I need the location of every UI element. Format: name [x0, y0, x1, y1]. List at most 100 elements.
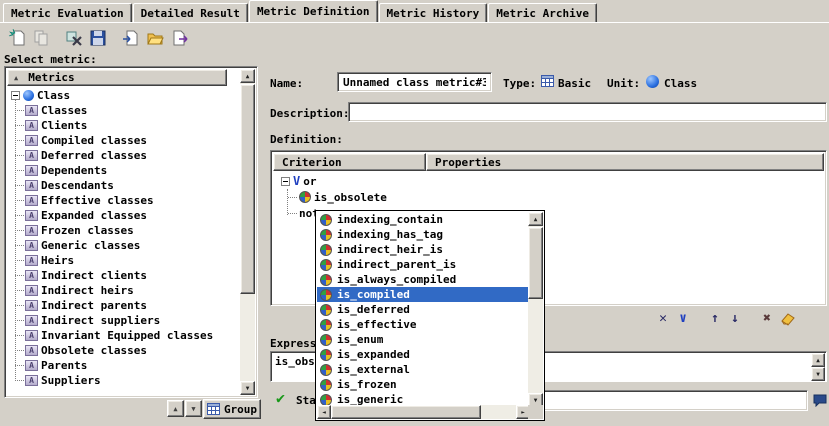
description-input[interactable]	[348, 102, 827, 122]
dropdown-item[interactable]: is_frozen	[317, 377, 529, 392]
criterion-column-header[interactable]: Criterion	[273, 153, 426, 171]
comment-button[interactable]	[811, 391, 828, 410]
criterion-icon	[320, 289, 332, 301]
scroll-up-icon[interactable]: ▲	[528, 212, 543, 226]
tree-item[interactable]: Clients	[15, 118, 227, 133]
dropdown-vertical-scrollbar[interactable]: ▲ ▼	[528, 212, 543, 407]
tree-item-label: Invariant Equipped classes	[41, 329, 213, 342]
down-arrow-icon: ↓	[731, 311, 739, 326]
type-label: Type:	[503, 77, 536, 90]
criterion-icon	[320, 244, 332, 256]
scrollbar-corner	[528, 405, 543, 419]
group-toggle-button[interactable]: Group	[203, 399, 261, 419]
scroll-up-icon[interactable]: ▲	[811, 353, 825, 367]
criterion-dropdown: indexing_contain indexing_has_tag indire…	[315, 210, 545, 421]
tree-item[interactable]: Effective classes	[15, 193, 227, 208]
scrollbar-thumb[interactable]	[528, 227, 543, 299]
tree-item[interactable]: Descendants	[15, 178, 227, 193]
properties-column-header[interactable]: Properties	[426, 153, 824, 171]
scroll-down-icon[interactable]: ▼	[240, 381, 255, 395]
and-operator-button[interactable]: ✕	[653, 308, 673, 328]
move-criterion-up-button[interactable]: ↑	[705, 308, 725, 328]
metric-icon	[25, 195, 38, 206]
delete-metric-button[interactable]	[62, 26, 86, 50]
scroll-left-icon[interactable]: ◄	[317, 405, 331, 419]
tree-item[interactable]: Generic classes	[15, 238, 227, 253]
tree-item[interactable]: Compiled classes	[15, 133, 227, 148]
dropdown-item[interactable]: is_deferred	[317, 302, 529, 317]
tree-item[interactable]: Frozen classes	[15, 223, 227, 238]
dropdown-item[interactable]: indexing_has_tag	[317, 227, 529, 242]
scroll-up-icon[interactable]: ▲	[240, 69, 255, 83]
dropdown-item[interactable]: is_external	[317, 362, 529, 377]
move-metric-up-button[interactable]: ▲	[167, 400, 184, 417]
export-metrics-button[interactable]	[167, 26, 191, 50]
tree-item[interactable]: Heirs	[15, 253, 227, 268]
tree-vertical-scrollbar[interactable]: ▲ ▼	[240, 69, 255, 395]
collapse-icon[interactable]	[281, 177, 290, 186]
criterion-icon	[320, 229, 332, 241]
metric-tree-panel: ▲ Metrics Class Classes Clien	[4, 66, 258, 398]
scroll-down-icon[interactable]: ▼	[811, 367, 825, 381]
tab[interactable]: Metric Evaluation	[3, 3, 132, 22]
save-metric-button[interactable]	[86, 26, 110, 50]
tab[interactable]: Detailed Result	[133, 3, 248, 22]
dropdown-item[interactable]: is_enum	[317, 332, 529, 347]
new-metric-button[interactable]	[5, 26, 29, 50]
tree-item[interactable]: Indirect parents	[15, 298, 227, 313]
or-operator-button[interactable]: ∨	[673, 308, 693, 328]
tree-item[interactable]: Parents	[15, 358, 227, 373]
tree-item-label: Clients	[41, 119, 87, 132]
scrollbar-thumb[interactable]	[331, 405, 481, 419]
tree-item[interactable]: Indirect suppliers	[15, 313, 227, 328]
dropdown-item-label: is_expanded	[337, 348, 410, 361]
dropdown-item[interactable]: indirect_heir_is	[317, 242, 529, 257]
tree-item[interactable]: Obsolete classes	[15, 343, 227, 358]
dropdown-item[interactable]: is_expanded	[317, 347, 529, 362]
tree-root-item[interactable]: Class	[7, 88, 227, 103]
move-metric-down-button[interactable]: ▼	[185, 400, 202, 417]
dropdown-horizontal-scrollbar[interactable]: ◄ ►	[317, 405, 530, 419]
dropdown-item-label: indexing_has_tag	[337, 228, 443, 241]
tree-item[interactable]: Expanded classes	[15, 208, 227, 223]
dropdown-item[interactable]: is_effective	[317, 317, 529, 332]
dropdown-item[interactable]: indirect_parent_is	[317, 257, 529, 272]
toolbar-separator	[110, 26, 119, 50]
expression-scrollbar[interactable]: ▲ ▼	[811, 353, 825, 380]
tree-item[interactable]: Suppliers	[15, 373, 227, 388]
dropdown-item[interactable]: is_compiled	[317, 287, 529, 302]
dropdown-item[interactable]: is_always_compiled	[317, 272, 529, 287]
clear-criterion-button[interactable]	[777, 308, 797, 328]
open-metrics-button[interactable]	[143, 26, 167, 50]
metric-icon	[25, 105, 38, 116]
tree-item[interactable]: Indirect heirs	[15, 283, 227, 298]
name-input[interactable]	[337, 72, 492, 92]
scrollbar-thumb[interactable]	[240, 84, 255, 294]
duplicate-metric-button[interactable]	[29, 26, 53, 50]
tree-item[interactable]: Classes	[15, 103, 227, 118]
tree-item[interactable]: Deferred classes	[15, 148, 227, 163]
tree-item[interactable]: Dependents	[15, 163, 227, 178]
tree-item-label: Expanded classes	[41, 209, 147, 222]
tree-item-label: Indirect heirs	[41, 284, 134, 297]
tab[interactable]: Metric Definition	[249, 0, 378, 22]
up-arrow-icon: ▲	[173, 405, 177, 413]
tree-item[interactable]: Indirect clients	[15, 268, 227, 283]
metric-icon	[25, 165, 38, 176]
tree-item[interactable]: Invariant Equipped classes	[15, 328, 227, 343]
metrics-column-header[interactable]: ▲ Metrics	[7, 69, 227, 86]
metric-icon	[25, 180, 38, 191]
import-metrics-button[interactable]	[119, 26, 143, 50]
valid-check-icon: ✔	[276, 389, 285, 407]
move-criterion-down-button[interactable]: ↓	[725, 308, 745, 328]
dropdown-item[interactable]: indexing_contain	[317, 212, 529, 227]
delete-criterion-button[interactable]: ✖	[757, 308, 777, 328]
tab[interactable]: Metric History	[379, 3, 488, 22]
dropdown-item-label: is_compiled	[337, 288, 410, 301]
definition-row-criterion[interactable]: is_obsolete	[273, 189, 824, 205]
criterion-icon	[320, 274, 332, 286]
definition-row-or[interactable]: V or	[273, 173, 824, 189]
metric-icon	[25, 345, 38, 356]
metric-icon	[25, 285, 38, 296]
tab[interactable]: Metric Archive	[488, 3, 597, 22]
